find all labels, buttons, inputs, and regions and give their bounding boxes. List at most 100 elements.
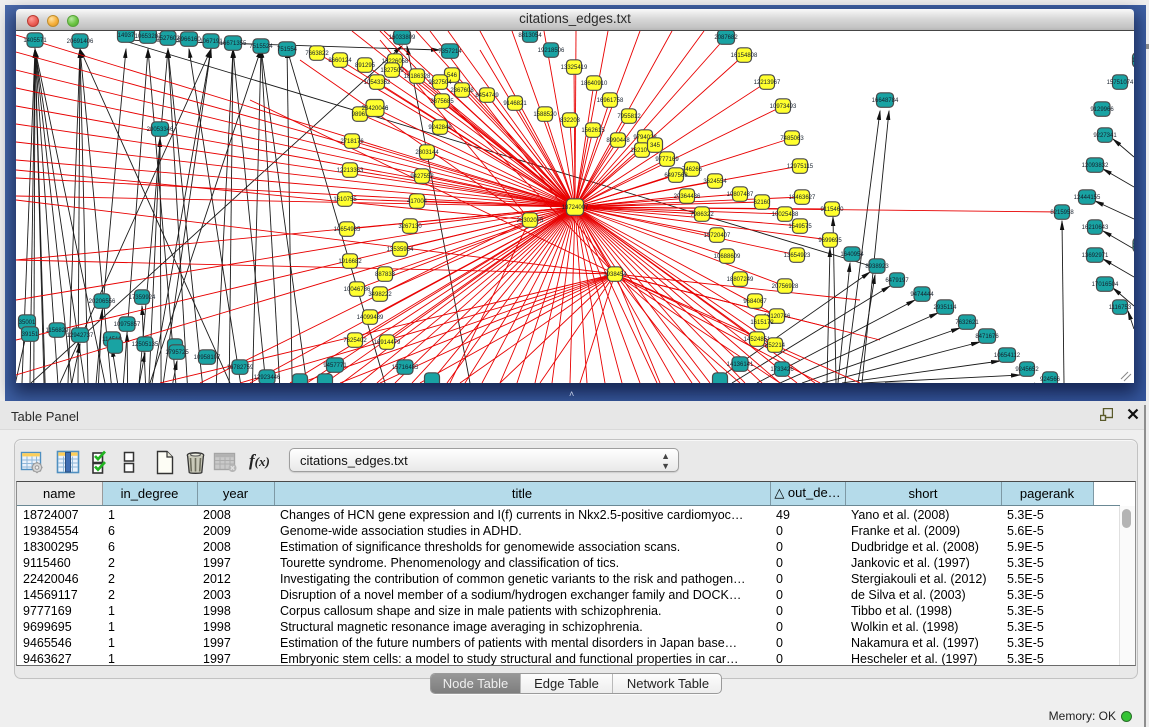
- svg-text:16914479: 16914479: [374, 340, 401, 346]
- svg-text:546: 546: [447, 73, 458, 79]
- svg-text:9327504: 9327504: [428, 80, 452, 86]
- svg-text:9245652: 9245652: [1015, 367, 1039, 373]
- svg-text:2718176: 2718176: [340, 139, 364, 145]
- svg-text:16671355: 16671355: [220, 41, 247, 47]
- svg-text:9474444: 9474444: [910, 292, 934, 298]
- svg-text:9699695: 9699695: [818, 238, 842, 244]
- svg-text:12093832: 12093832: [1082, 163, 1109, 169]
- svg-text:7986322: 7986322: [690, 212, 714, 218]
- svg-text:345: 345: [650, 143, 661, 149]
- svg-text:9777169: 9777169: [655, 157, 679, 163]
- svg-text:23420046: 23420046: [362, 106, 389, 112]
- svg-text:1116753: 1116753: [1109, 305, 1132, 311]
- svg-text:18186328: 18186328: [404, 74, 431, 80]
- svg-text:7515524: 7515524: [249, 44, 273, 50]
- svg-text:2087682: 2087682: [714, 35, 738, 41]
- svg-text:18640910: 18640910: [581, 81, 608, 87]
- svg-text:14136141: 14136141: [727, 362, 754, 368]
- svg-text:9146821: 9146821: [503, 101, 527, 107]
- svg-text:13325419: 13325419: [561, 65, 588, 71]
- svg-text:7663822: 7663822: [305, 51, 329, 57]
- svg-text:12213967: 12213967: [754, 80, 781, 86]
- svg-text:20206556: 20206556: [89, 299, 116, 305]
- svg-text:14099489: 14099489: [357, 315, 384, 321]
- svg-text:11675: 11675: [1133, 243, 1134, 249]
- svg-text:9242848: 9242848: [428, 125, 452, 131]
- svg-text:15751074: 15751074: [1107, 80, 1134, 86]
- svg-text:10807487: 10807487: [727, 192, 754, 198]
- svg-text:2367608: 2367608: [450, 88, 474, 94]
- svg-text:14937: 14937: [118, 33, 135, 39]
- svg-text:10654112: 10654112: [994, 353, 1021, 359]
- svg-text:10543362: 10543362: [364, 80, 391, 86]
- svg-text:1562615: 1562615: [581, 128, 605, 134]
- svg-text:9227341: 9227341: [1093, 133, 1117, 139]
- svg-text:1938454: 1938454: [603, 272, 627, 278]
- svg-text:12975115: 12975115: [787, 164, 814, 170]
- svg-text:9684067: 9684067: [743, 299, 767, 305]
- svg-text:10958107: 10958107: [194, 355, 221, 361]
- svg-text:6966160: 6966160: [177, 37, 201, 43]
- svg-text:8990448: 8990448: [606, 138, 630, 144]
- svg-text:1610755: 1610755: [333, 197, 357, 203]
- svg-text:9129966: 9129966: [1090, 107, 1114, 113]
- svg-text:1156829: 1156829: [46, 328, 70, 334]
- svg-text:7357214: 7357214: [438, 49, 462, 55]
- svg-text:19654985: 19654985: [334, 227, 361, 233]
- svg-text:924566: 924566: [1040, 377, 1061, 383]
- svg-text:16961758: 16961758: [597, 98, 624, 104]
- svg-text:16648784: 16648784: [872, 98, 899, 104]
- svg-text:8938923: 8938923: [865, 264, 889, 270]
- svg-text:3624554: 3624554: [703, 179, 727, 185]
- svg-text:10025438: 10025438: [772, 212, 799, 218]
- svg-text:1733426: 1733426: [770, 367, 794, 373]
- svg-text:252214: 252214: [765, 343, 786, 349]
- svg-text:15720407: 15720407: [704, 233, 731, 239]
- svg-text:12444155: 12444155: [1074, 195, 1101, 201]
- svg-text:10973493: 10973493: [770, 104, 797, 110]
- svg-text:1916682: 1916682: [338, 259, 362, 265]
- svg-text:20756928: 20756928: [772, 284, 799, 290]
- svg-text:12213363: 12213363: [337, 168, 364, 174]
- svg-text:16782759: 16782759: [227, 365, 254, 371]
- svg-text:10688609: 10688609: [714, 254, 741, 260]
- svg-text:12505135: 12505135: [132, 342, 159, 348]
- svg-text:20691406: 20691406: [67, 39, 94, 45]
- svg-text:12923446: 12923446: [254, 375, 281, 381]
- svg-text:1405571: 1405571: [23, 38, 47, 44]
- svg-text:10046786: 10046786: [344, 287, 371, 293]
- svg-text:417004: 417004: [407, 199, 428, 205]
- svg-text:1795725: 1795725: [165, 350, 189, 356]
- svg-text:18807249: 18807249: [727, 277, 754, 283]
- svg-text:39151: 39151: [22, 332, 39, 338]
- svg-text:1327509: 1327509: [380, 68, 404, 74]
- svg-text:8471676: 8471676: [975, 334, 999, 340]
- svg-text:8454749: 8454749: [475, 93, 499, 99]
- svg-text:2803144: 2803144: [415, 150, 439, 156]
- svg-text:13535954: 13535954: [387, 247, 414, 253]
- svg-text:3498222: 3498222: [368, 292, 392, 298]
- svg-text:13692971: 13692971: [1082, 253, 1109, 259]
- svg-text:15716485: 15716485: [392, 365, 419, 371]
- svg-text:7485063: 7485063: [780, 136, 804, 142]
- svg-text:751554: 751554: [277, 47, 298, 53]
- svg-text:20364436: 20364436: [674, 194, 701, 200]
- svg-text:6497568: 6497568: [664, 173, 688, 179]
- svg-text:16033809: 16033809: [389, 35, 416, 41]
- svg-text:12942737: 12942737: [67, 333, 94, 339]
- svg-text:9115460: 9115460: [821, 207, 845, 213]
- svg-text:17016504: 17016504: [1092, 282, 1119, 288]
- svg-text:16154808: 16154808: [731, 53, 758, 59]
- svg-text:3267130: 3267130: [398, 224, 422, 230]
- svg-text:62160: 62160: [754, 200, 771, 206]
- svg-text:9457771: 9457771: [323, 363, 347, 369]
- svg-text:35001: 35001: [19, 320, 36, 326]
- svg-text:18463627: 18463627: [789, 195, 816, 201]
- svg-text:8215958: 8215958: [1050, 210, 1074, 216]
- svg-text:6479197: 6479197: [885, 278, 909, 284]
- svg-text:7632621: 7632621: [955, 320, 979, 326]
- svg-text:891295: 891295: [355, 63, 376, 69]
- svg-text:7625402: 7625402: [343, 338, 367, 344]
- svg-text:8813054: 8813054: [518, 33, 542, 39]
- svg-text:11123: 11123: [1132, 58, 1134, 64]
